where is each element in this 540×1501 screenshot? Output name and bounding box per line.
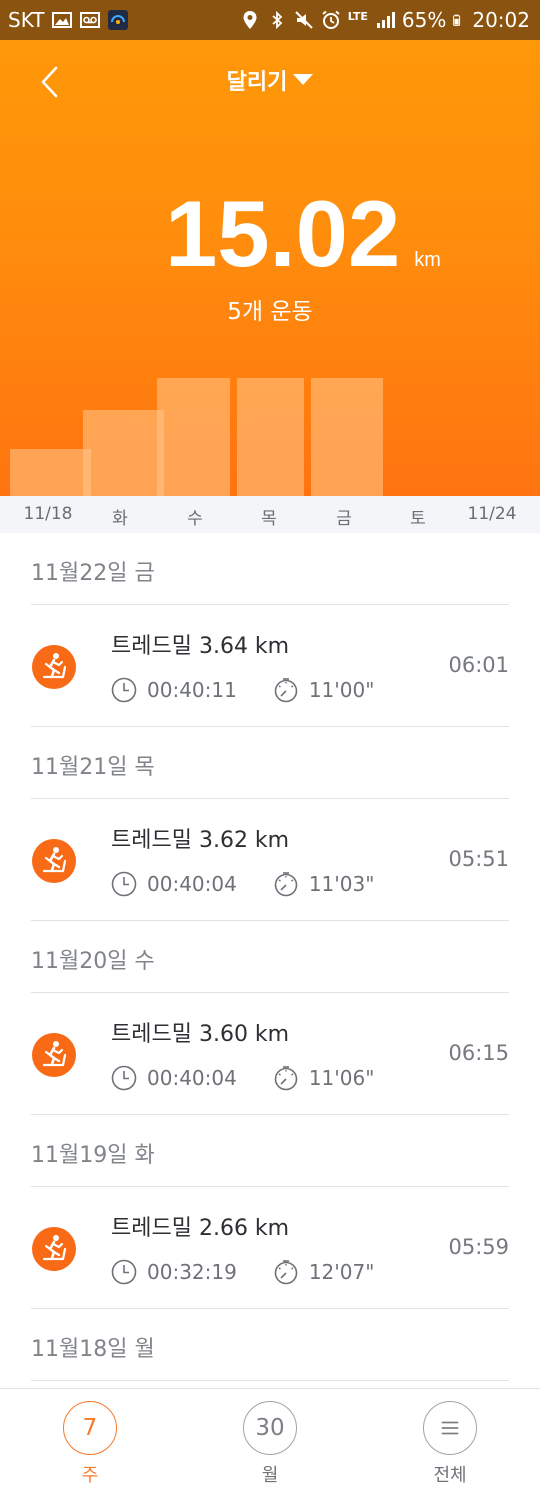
tab-week-circle: 7	[63, 1401, 117, 1455]
tab-all-circle	[423, 1401, 477, 1455]
workout-start-time: 06:15	[448, 1041, 509, 1065]
treadmill-icon	[32, 645, 76, 689]
workout-entry[interactable]: 트레드밀 3.64 km 00:40:11 11'00" 06:01	[31, 605, 509, 727]
date-header: 11월19일 화	[31, 1115, 509, 1187]
tab-all[interactable]: 전체	[390, 1401, 510, 1487]
carrier-label: SKT	[8, 8, 45, 32]
network-type-label: LTE	[347, 9, 368, 23]
stopwatch-icon	[274, 678, 298, 703]
tab-week[interactable]: 7주	[30, 1401, 150, 1487]
voicemail-icon	[80, 12, 101, 28]
date-label: 11월18일 월	[31, 1337, 155, 1362]
day-axis: 11/18 화 수 목 금 토 11/24	[0, 496, 540, 533]
workout-entry[interactable]: 트레드밀 3.60 km 00:40:04 11'06" 06:15	[31, 993, 509, 1115]
location-icon	[243, 11, 257, 29]
tab-all-label: 전체	[433, 1465, 467, 1486]
date-label: 11월19일 화	[31, 1143, 155, 1168]
day-distance-bar	[83, 410, 164, 496]
clock-icon	[111, 1259, 137, 1285]
day-axis-label: 11/24	[467, 504, 517, 524]
day-axis-label: 화	[112, 509, 128, 529]
clock-time: 20:02	[472, 8, 530, 32]
workout-duration: 00:40:11	[147, 678, 237, 702]
workout-name: 트레드밀 3.60 km	[111, 1022, 290, 1047]
clock-icon	[111, 677, 137, 703]
pace-group: 11'00"	[273, 677, 375, 703]
day-axis-label: 금	[336, 509, 352, 529]
date-label: 11월21일 목	[31, 755, 155, 780]
battery-icon	[453, 14, 461, 26]
workout-pace: 11'00"	[308, 678, 375, 702]
tab-month[interactable]: 30 월	[210, 1401, 330, 1487]
workout-name: 트레드밀 3.64 km	[111, 634, 290, 659]
workout-meta: 00:40:04 11'06"	[111, 1065, 374, 1091]
date-header: 11월18일 월	[31, 1309, 509, 1381]
clock-icon	[111, 871, 137, 897]
app-notification-icon	[108, 10, 129, 30]
workout-duration: 00:32:19	[147, 1260, 237, 1284]
dropdown-caret-icon	[293, 74, 314, 85]
status-bar: SKT LTE 65% 20:02	[0, 0, 540, 40]
clock-icon	[111, 1065, 137, 1091]
workout-entry[interactable]: 트레드밀 2.66 km 00:32:19 12'07" 05:59	[31, 1187, 509, 1309]
day-axis-label: 11/18	[23, 504, 73, 524]
total-distance-unit: km	[414, 249, 441, 271]
workout-start-time: 05:59	[448, 1235, 509, 1259]
battery-percent: 65%	[401, 8, 447, 32]
tab-month-circle: 30	[243, 1401, 297, 1455]
pace-group: 11'06"	[273, 1065, 375, 1091]
day-distance-bar	[311, 378, 383, 496]
workout-meta: 00:32:19 12'07"	[111, 1259, 374, 1285]
day-axis-label: 목	[261, 509, 277, 529]
bluetooth-icon	[272, 10, 283, 30]
workout-pace: 11'03"	[308, 872, 375, 896]
day-distance-bar	[10, 449, 91, 496]
workout-name: 트레드밀 3.62 km	[111, 828, 290, 853]
stopwatch-icon	[274, 1260, 298, 1285]
workout-start-time: 05:51	[448, 847, 509, 871]
date-label: 11월20일 수	[31, 949, 155, 974]
workout-count: 5개 운동	[227, 299, 313, 325]
day-distance-bar	[237, 378, 304, 496]
day-axis-label: 수	[187, 509, 203, 529]
workout-name: 트레드밀 2.66 km	[111, 1216, 290, 1241]
period-tab-bar: 7 주 30 월 전체	[0, 1388, 540, 1501]
menu-icon	[441, 1421, 459, 1435]
stopwatch-icon	[274, 1066, 298, 1091]
workout-start-time: 06:01	[448, 653, 509, 677]
date-header: 11월22일 금	[31, 533, 509, 605]
total-distance: 15.02 km	[165, 180, 441, 288]
stopwatch-icon	[274, 872, 298, 897]
workout-duration: 00:40:04	[147, 872, 237, 896]
date-header: 11월20일 수	[31, 921, 509, 993]
workout-list: 11월22일 금트레드밀 3.64 km 00:40:11 11'00" 06:01 1…	[0, 533, 540, 1381]
tab-week-label: 주	[81, 1465, 99, 1486]
workout-meta: 00:40:11 11'00"	[111, 677, 374, 703]
workout-meta: 00:40:04 11'03"	[111, 871, 374, 897]
workout-entry[interactable]: 트레드밀 3.62 km 00:40:04 11'03" 05:51	[31, 799, 509, 921]
treadmill-icon	[32, 839, 76, 883]
signal-icon	[376, 12, 395, 28]
tab-month-label: 월	[261, 1465, 279, 1486]
activity-title: 달리기	[226, 70, 288, 95]
mute-icon	[294, 11, 313, 29]
summary-header: 달리기 15.02 km 5개 운동	[0, 40, 540, 496]
gallery-icon	[52, 12, 73, 28]
alarm-icon	[322, 10, 340, 29]
treadmill-icon	[32, 1033, 76, 1077]
workout-duration: 00:40:04	[147, 1066, 237, 1090]
date-label: 11월22일 금	[31, 561, 155, 586]
day-distance-bar	[157, 378, 230, 496]
date-header: 11월21일 목	[31, 727, 509, 799]
day-axis-label: 토	[410, 509, 426, 529]
treadmill-icon	[32, 1227, 76, 1271]
activity-type-selector[interactable]: 달리기	[0, 64, 540, 96]
workout-pace: 12'07"	[308, 1260, 375, 1284]
workout-pace: 11'06"	[308, 1066, 375, 1090]
total-distance-value: 15.02	[165, 181, 401, 286]
pace-group: 12'07"	[273, 1259, 375, 1285]
pace-group: 11'03"	[273, 871, 375, 897]
